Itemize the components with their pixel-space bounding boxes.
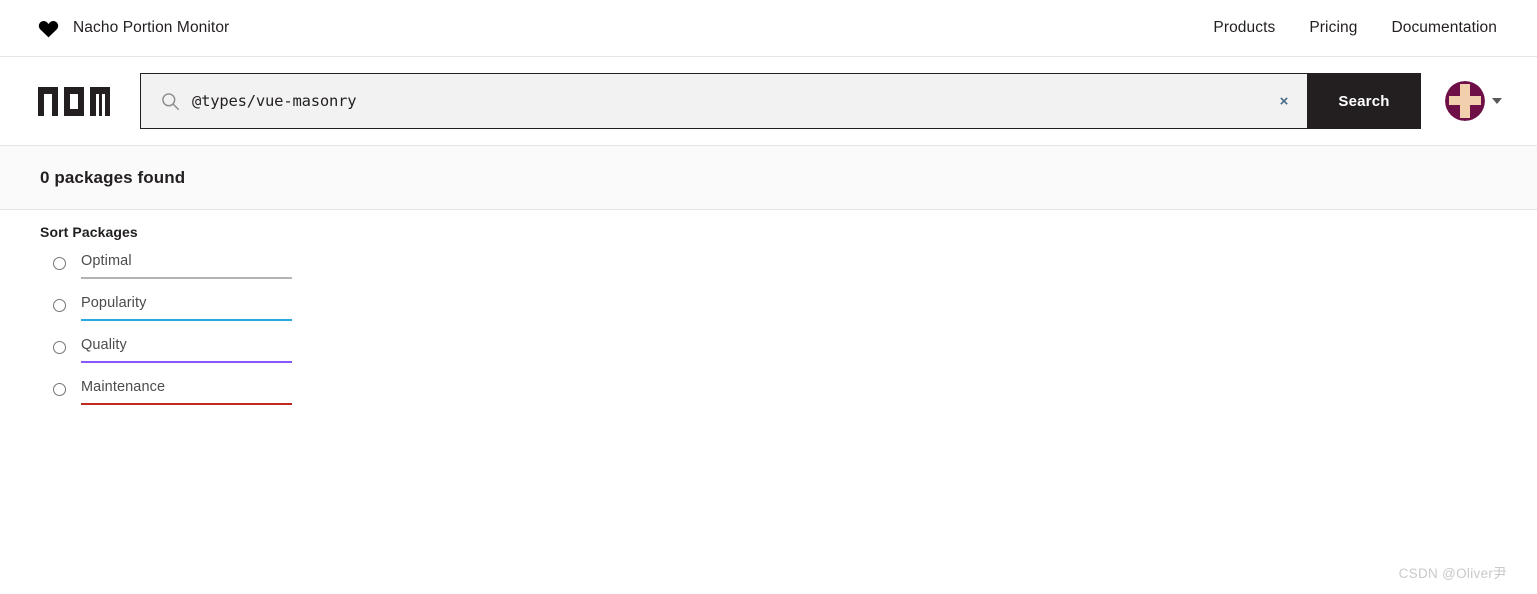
nav-link-documentation[interactable]: Documentation xyxy=(1391,19,1497,37)
clear-search-button[interactable]: × xyxy=(1261,73,1307,129)
sort-panel: Sort Packages Optimal Popularity Quality… xyxy=(0,210,1537,420)
sort-option-maintenance-underline: Maintenance xyxy=(81,378,292,405)
sort-option-quality-underline: Quality xyxy=(81,336,292,363)
chevron-down-icon[interactable] xyxy=(1492,98,1502,104)
search-field-container[interactable] xyxy=(140,73,1261,129)
sort-option-optimal[interactable]: Optimal xyxy=(40,252,292,294)
sort-options-list: Optimal Popularity Quality Maintenance xyxy=(40,252,292,420)
sort-option-optimal-underline: Optimal xyxy=(81,252,292,279)
sort-option-maintenance[interactable]: Maintenance xyxy=(40,378,292,420)
radio-quality[interactable] xyxy=(53,341,66,354)
user-menu[interactable] xyxy=(1445,81,1502,121)
search-icon xyxy=(162,92,180,110)
search-input[interactable] xyxy=(192,74,1261,128)
results-count-band: 0 packages found xyxy=(0,146,1537,210)
radio-popularity[interactable] xyxy=(53,299,66,312)
sort-option-label: Optimal xyxy=(81,253,132,269)
results-count-text: 0 packages found xyxy=(40,167,186,187)
sort-option-popularity[interactable]: Popularity xyxy=(40,294,292,336)
sort-option-label: Maintenance xyxy=(81,379,166,395)
search-form: × Search xyxy=(140,73,1421,129)
watermark: CSDN @Oliver尹 xyxy=(1398,566,1507,581)
search-submit-button[interactable]: Search xyxy=(1307,73,1421,129)
search-bar-row: × Search xyxy=(0,57,1537,146)
brand-link[interactable]: Nacho Portion Monitor xyxy=(38,19,229,38)
avatar[interactable] xyxy=(1445,81,1485,121)
brand-name: Nacho Portion Monitor xyxy=(73,19,230,36)
sort-option-label: Quality xyxy=(81,337,127,353)
sort-option-quality[interactable]: Quality xyxy=(40,336,292,378)
radio-optimal[interactable] xyxy=(53,257,66,270)
top-navigation-bar: Nacho Portion Monitor Products Pricing D… xyxy=(0,0,1537,57)
sort-option-label: Popularity xyxy=(81,295,147,311)
sort-panel-title: Sort Packages xyxy=(40,224,138,240)
npm-logo[interactable] xyxy=(38,86,110,116)
nav-link-pricing[interactable]: Pricing xyxy=(1309,19,1357,37)
heart-icon xyxy=(38,20,59,37)
sort-option-popularity-underline: Popularity xyxy=(81,294,292,321)
top-nav-links: Products Pricing Documentation xyxy=(1213,19,1497,37)
radio-maintenance[interactable] xyxy=(53,383,66,396)
nav-link-products[interactable]: Products xyxy=(1213,19,1275,37)
